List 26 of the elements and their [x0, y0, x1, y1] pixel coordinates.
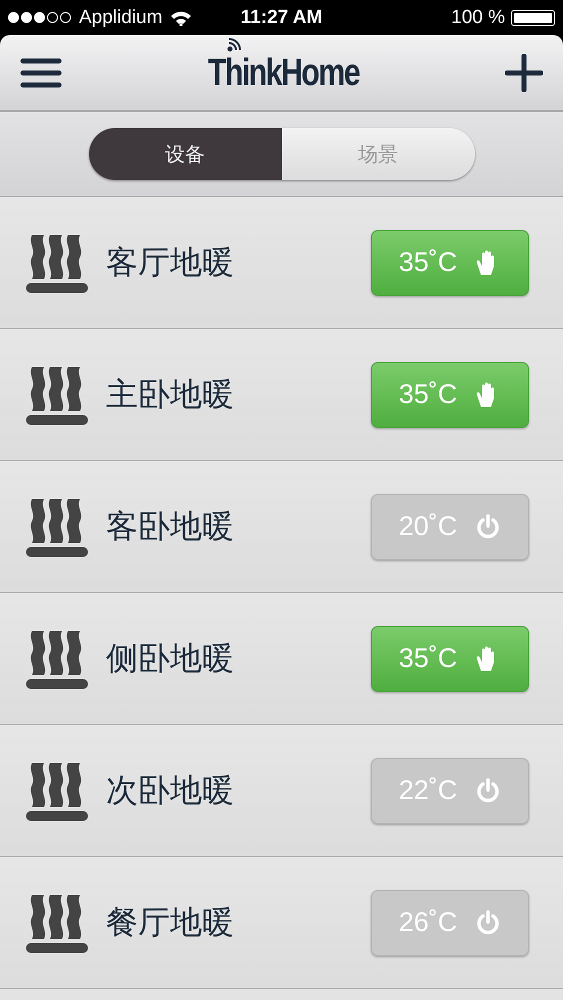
- wifi-icon: [170, 10, 192, 26]
- power-icon: [475, 512, 502, 540]
- device-name: 客卧地暖: [106, 506, 235, 546]
- device-name: 主卧地暖: [106, 374, 235, 414]
- floor-heating-icon: [26, 760, 88, 820]
- device-name: 餐厅地暖: [106, 902, 235, 942]
- signal-icon: [8, 12, 71, 23]
- floor-heating-icon: [26, 892, 88, 952]
- status-time: 11:27 AM: [240, 6, 322, 28]
- device-name: 次卧地暖: [106, 770, 235, 810]
- segment-tab[interactable]: 设备: [88, 128, 282, 180]
- device-name: 侧卧地暖: [106, 638, 235, 678]
- add-icon[interactable]: [505, 54, 543, 92]
- power-icon: [475, 908, 502, 936]
- signal-waves-icon: [227, 38, 242, 52]
- app-logo: ThinkHome: [208, 54, 360, 92]
- menu-icon[interactable]: [20, 58, 62, 88]
- device-name: 客厅地暖: [106, 242, 235, 282]
- floor-heating-icon: [26, 232, 88, 292]
- battery-icon: [511, 10, 555, 26]
- floor-heating-icon: [26, 496, 88, 556]
- power-icon: [475, 776, 502, 804]
- floor-heating-icon: [26, 364, 88, 424]
- battery-percent: 100 %: [451, 6, 505, 28]
- floor-heating-icon: [26, 628, 88, 688]
- carrier-name: Applidium: [79, 6, 162, 28]
